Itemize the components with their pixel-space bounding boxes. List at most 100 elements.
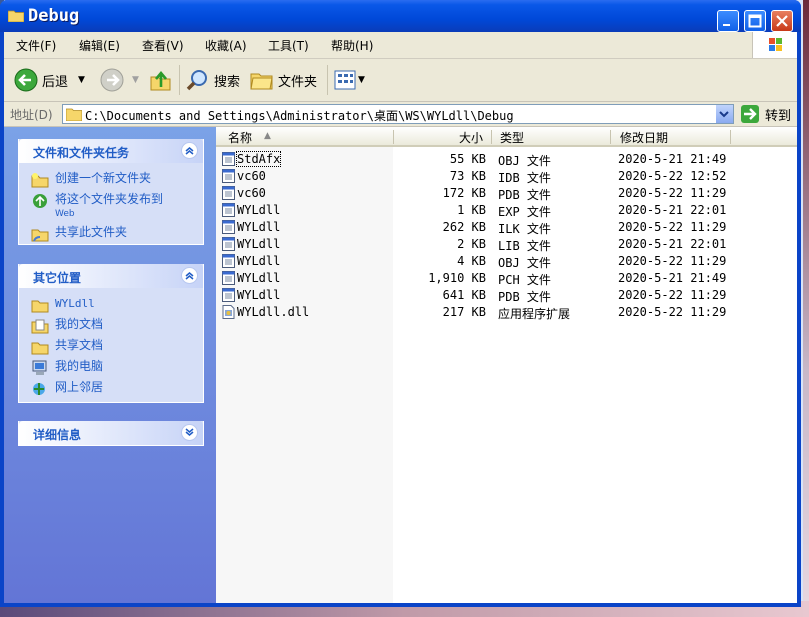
minimize-button[interactable] bbox=[717, 10, 739, 32]
file-row[interactable]: WYLdll 1,910 KB PCH 文件 2020-5-21 21:49 bbox=[216, 270, 797, 287]
file-icon bbox=[222, 186, 235, 200]
forward-dropdown-icon[interactable]: ▼ bbox=[132, 75, 139, 85]
folders-button[interactable]: 文件夹 bbox=[250, 67, 317, 93]
column-separator[interactable] bbox=[730, 130, 731, 144]
back-label: 后退 bbox=[42, 74, 69, 90]
file-name: StdAfx bbox=[235, 151, 282, 167]
task-publish-web[interactable]: 将这个文件夹发布到 Web bbox=[31, 193, 195, 221]
file-icon bbox=[222, 237, 235, 251]
file-tasks-header[interactable]: 文件和文件夹任务 bbox=[19, 139, 203, 163]
search-button[interactable]: 搜索 bbox=[186, 67, 240, 93]
back-dropdown-icon[interactable]: ▼ bbox=[78, 75, 85, 85]
file-name: WYLdll.dll bbox=[237, 305, 310, 319]
task-new-folder[interactable]: 创建一个新文件夹 bbox=[31, 172, 195, 188]
dll-file-icon bbox=[222, 305, 235, 319]
file-type: PDB 文件 bbox=[498, 290, 551, 304]
file-size: 2 KB bbox=[457, 237, 486, 251]
file-name: WYLdll bbox=[237, 254, 281, 268]
menu-view[interactable]: 查看(V) bbox=[142, 37, 184, 54]
search-icon bbox=[186, 70, 207, 91]
details-title: 详细信息 bbox=[33, 428, 82, 442]
column-name-header[interactable]: 名称 bbox=[228, 129, 252, 146]
file-type: EXP 文件 bbox=[498, 205, 551, 219]
place-my-documents[interactable]: 我的文档 bbox=[31, 318, 195, 334]
maximize-button[interactable] bbox=[744, 10, 766, 32]
file-row[interactable]: WYLdll.dll 217 KB 应用程序扩展 2020-5-22 11:29 bbox=[216, 304, 797, 321]
file-date: 2020-5-22 11:29 bbox=[618, 254, 727, 268]
desktop-edge-right bbox=[803, 0, 809, 617]
file-type: PDB 文件 bbox=[498, 188, 551, 202]
column-date-header[interactable]: 修改日期 bbox=[620, 129, 668, 146]
menu-tools[interactable]: 工具(T) bbox=[268, 37, 309, 54]
task-share-folder[interactable]: 共享此文件夹 bbox=[31, 226, 195, 242]
window-body: 文件(F) 编辑(E) 查看(V) 收藏(A) 工具(T) 帮助(H) 后退 ▼ bbox=[4, 32, 797, 603]
file-date: 2020-5-21 22:01 bbox=[618, 237, 727, 251]
up-folder-button[interactable] bbox=[150, 67, 172, 93]
file-date: 2020-5-21 22:01 bbox=[618, 203, 727, 217]
up-folder-icon bbox=[150, 70, 171, 91]
back-button[interactable]: 后退 ▼ bbox=[14, 67, 85, 93]
other-places-header[interactable]: 其它位置 bbox=[19, 264, 203, 288]
address-path: C:\Documents and Settings\Administrator\… bbox=[85, 109, 514, 123]
place-label: 我的文档 bbox=[55, 317, 104, 331]
file-size: 55 KB bbox=[449, 152, 486, 166]
file-date: 2020-5-22 12:52 bbox=[618, 169, 727, 183]
collapse-button[interactable] bbox=[181, 142, 198, 159]
views-icon bbox=[334, 70, 356, 90]
file-date: 2020-5-21 21:49 bbox=[618, 152, 727, 166]
place-wyldll[interactable]: WYLdll bbox=[31, 297, 195, 313]
task-sublabel: Web bbox=[55, 209, 75, 219]
file-row[interactable]: WYLdll 262 KB ILK 文件 2020-5-22 11:29 bbox=[216, 219, 797, 236]
address-label: 地址(D) bbox=[10, 108, 53, 122]
file-type: LIB 文件 bbox=[498, 239, 551, 253]
file-icon bbox=[222, 152, 235, 166]
file-row[interactable]: WYLdll 1 KB EXP 文件 2020-5-21 22:01 bbox=[216, 202, 797, 219]
file-row[interactable]: vc60 73 KB IDB 文件 2020-5-22 12:52 bbox=[216, 168, 797, 185]
column-size-header[interactable]: 大小 bbox=[459, 129, 483, 146]
views-dropdown-icon[interactable]: ▼ bbox=[358, 75, 365, 85]
menu-file[interactable]: 文件(F) bbox=[16, 37, 56, 54]
file-row[interactable]: StdAfx 55 KB OBJ 文件 2020-5-21 21:49 bbox=[216, 151, 797, 168]
column-separator[interactable] bbox=[491, 130, 492, 144]
file-row[interactable]: vc60 172 KB PDB 文件 2020-5-22 11:29 bbox=[216, 185, 797, 202]
go-button[interactable]: 转到 bbox=[740, 104, 791, 124]
place-network[interactable]: 网上邻居 bbox=[31, 381, 195, 397]
task-label: 共享此文件夹 bbox=[55, 225, 128, 239]
file-row[interactable]: WYLdll 2 KB LIB 文件 2020-5-21 22:01 bbox=[216, 236, 797, 253]
column-type-header[interactable]: 类型 bbox=[500, 129, 524, 146]
file-icon bbox=[222, 271, 235, 285]
column-separator[interactable] bbox=[610, 130, 611, 144]
menu-edit[interactable]: 编辑(E) bbox=[79, 37, 120, 54]
file-type: 应用程序扩展 bbox=[498, 307, 571, 321]
title-bar[interactable]: Debug bbox=[0, 0, 801, 32]
menu-help[interactable]: 帮助(H) bbox=[331, 37, 373, 54]
menu-bar: 文件(F) 编辑(E) 查看(V) 收藏(A) 工具(T) 帮助(H) bbox=[4, 32, 797, 59]
go-label: 转到 bbox=[765, 108, 792, 124]
address-dropdown-button[interactable] bbox=[715, 105, 733, 123]
address-bar: 地址(D) C:\Documents and Settings\Administ… bbox=[4, 102, 797, 127]
go-arrow-icon bbox=[741, 105, 759, 123]
my-computer-icon bbox=[32, 360, 47, 375]
folder-icon bbox=[8, 10, 24, 22]
new-folder-icon bbox=[31, 173, 49, 188]
file-row[interactable]: WYLdll 4 KB OBJ 文件 2020-5-22 11:29 bbox=[216, 253, 797, 270]
views-button[interactable]: ▼ bbox=[334, 67, 365, 93]
expand-button[interactable] bbox=[181, 424, 198, 441]
details-header[interactable]: 详细信息 bbox=[19, 421, 203, 445]
file-icon bbox=[222, 220, 235, 234]
close-button[interactable] bbox=[771, 10, 793, 32]
column-separator[interactable] bbox=[393, 130, 394, 144]
place-my-computer[interactable]: 我的电脑 bbox=[31, 360, 195, 376]
place-shared-documents[interactable]: 共享文档 bbox=[31, 339, 195, 355]
menu-favorites[interactable]: 收藏(A) bbox=[205, 37, 247, 54]
shared-documents-icon bbox=[31, 342, 49, 355]
file-date: 2020-5-22 11:29 bbox=[618, 186, 727, 200]
collapse-button[interactable] bbox=[181, 267, 198, 284]
other-places-panel: 其它位置 WYLdll 我的文档 共享文档 我的电脑 网上邻居 bbox=[18, 264, 204, 403]
standard-toolbar: 后退 ▼ ▼ 搜索 文件夹 ▼ bbox=[4, 59, 797, 102]
file-row[interactable]: WYLdll 641 KB PDB 文件 2020-5-22 11:29 bbox=[216, 287, 797, 304]
address-input[interactable]: C:\Documents and Settings\Administrator\… bbox=[62, 104, 734, 124]
forward-button[interactable]: ▼ bbox=[100, 67, 139, 93]
place-label: 网上邻居 bbox=[55, 380, 104, 394]
file-tasks-panel: 文件和文件夹任务 创建一个新文件夹 将这个文件夹发布到 Web 共享此文件夹 bbox=[18, 139, 204, 245]
